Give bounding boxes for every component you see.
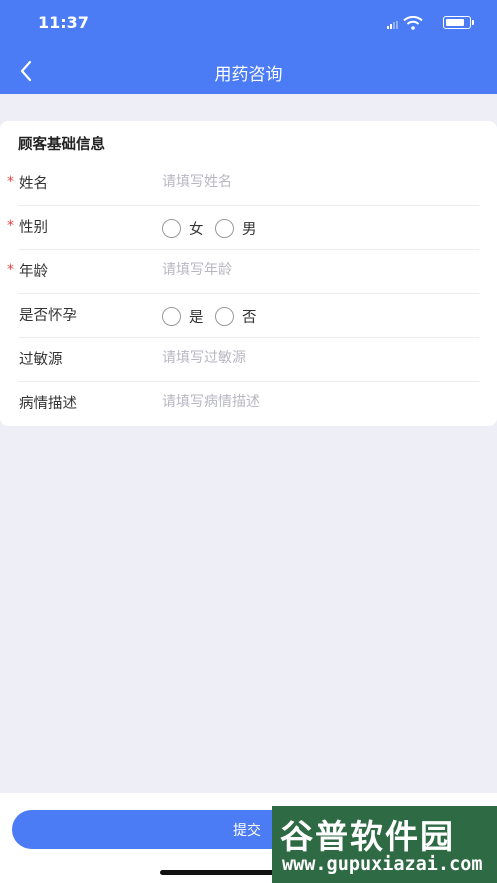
required-mark: *: [7, 174, 14, 190]
pregnant-row: 是否怀孕 是 否: [0, 294, 497, 338]
cellular-signal-icon: [387, 21, 399, 29]
pregnant-label: 是否怀孕: [19, 308, 77, 324]
pregnant-yes-label: 是: [189, 309, 204, 326]
pregnant-yes-radio[interactable]: 是: [162, 306, 204, 326]
gender-row: * 性别 女 男: [0, 206, 497, 250]
radio-circle-icon: [162, 218, 181, 238]
watermark-url: www.gupuxiazai.com: [282, 854, 483, 875]
condition-label: 病情描述: [19, 396, 77, 412]
customer-info-card: 顾客基础信息 * 姓名 * 性别 女 男 * 年龄 是否怀孕 是 否: [0, 121, 497, 426]
allergy-input[interactable]: [162, 344, 462, 372]
header: 11:37 用药咨询: [0, 0, 497, 94]
watermark-logo: 谷普软件园 www.gupuxiazai.com: [272, 806, 497, 883]
age-label: 年龄: [19, 264, 48, 280]
allergy-label: 过敏源: [19, 352, 63, 368]
condition-input[interactable]: [162, 388, 462, 416]
name-input[interactable]: [162, 168, 462, 196]
age-input[interactable]: [162, 256, 462, 284]
radio-circle-icon: [215, 218, 234, 238]
condition-row: 病情描述: [0, 382, 497, 426]
wifi-icon: [403, 16, 423, 30]
pregnant-no-label: 否: [242, 309, 257, 326]
required-mark: *: [7, 262, 14, 278]
name-row: * 姓名: [0, 162, 497, 206]
status-time: 11:37: [38, 13, 89, 32]
battery-icon: [443, 16, 474, 29]
gender-female-label: 女: [189, 221, 204, 238]
gender-female-radio[interactable]: 女: [162, 218, 204, 238]
section-title: 顾客基础信息: [18, 137, 105, 153]
age-row: * 年龄: [0, 250, 497, 294]
allergy-row: 过敏源: [0, 338, 497, 382]
gender-label: 性别: [19, 220, 48, 236]
gender-male-label: 男: [242, 221, 257, 238]
pregnant-no-radio[interactable]: 否: [215, 306, 257, 326]
name-label: 姓名: [19, 176, 48, 192]
radio-circle-icon: [215, 306, 234, 326]
page-title: 用药咨询: [214, 65, 283, 85]
watermark-main-text: 谷普软件园: [280, 817, 455, 856]
radio-circle-icon: [162, 306, 181, 326]
gender-male-radio[interactable]: 男: [215, 218, 257, 238]
required-mark: *: [7, 218, 14, 234]
